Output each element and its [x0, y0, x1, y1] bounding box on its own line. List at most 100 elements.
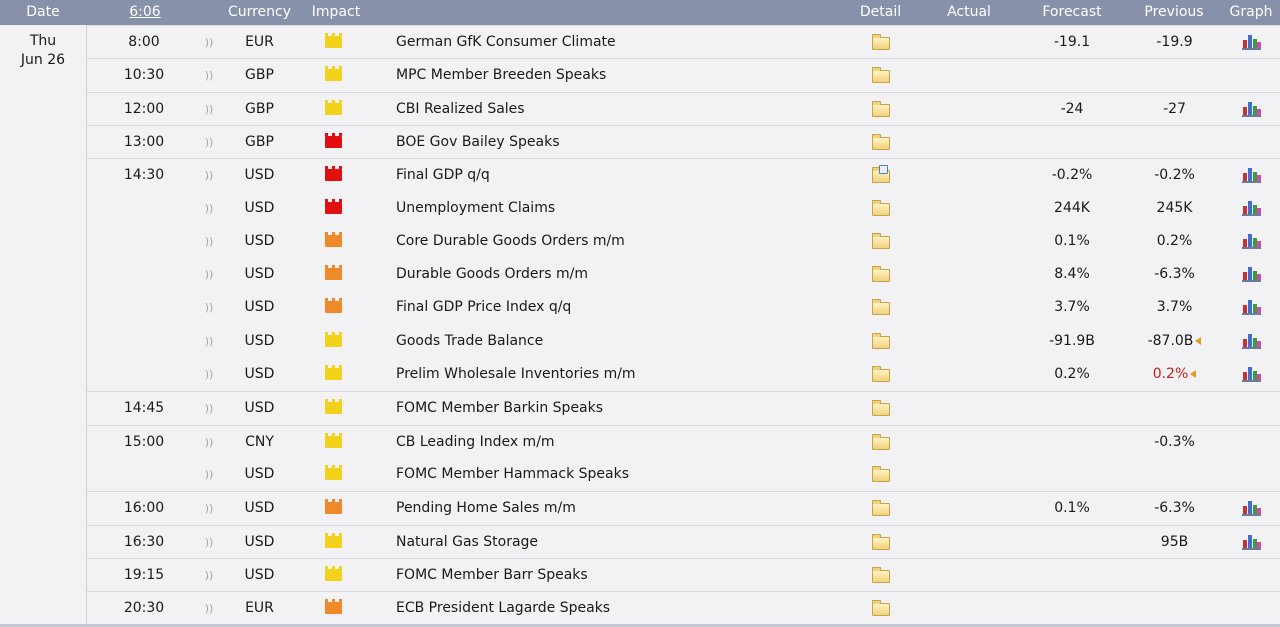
event-title[interactable]: Prelim Wholesale Inventories m/m: [396, 358, 636, 391]
event-row[interactable]: 14:30)) USD Final GDP q/q -0.2% -0.2%: [87, 158, 1280, 192]
event-row[interactable]: 16:00)) USD Pending Home Sales m/m 0.1% -6.3…: [87, 491, 1280, 525]
folder-icon[interactable]: [872, 500, 890, 517]
sound-icon[interactable]: )): [201, 258, 217, 291]
sound-icon[interactable]: )): [201, 159, 217, 192]
bar-chart-icon[interactable]: [1242, 200, 1261, 216]
bar-chart-icon[interactable]: [1242, 500, 1261, 517]
event-row[interactable]: )) USD Unemployment Claims 244K 245K: [87, 192, 1280, 225]
sound-icon[interactable]: )): [201, 291, 217, 324]
event-time: [87, 291, 201, 324]
folder-icon[interactable]: [872, 332, 890, 349]
impact-low-icon: [325, 66, 342, 82]
event-row[interactable]: )) USD Prelim Wholesale Inventories m/m 0.2…: [87, 358, 1280, 391]
sound-icon[interactable]: )): [201, 492, 217, 525]
folder-icon[interactable]: [872, 299, 890, 316]
event-time: 14:45: [123, 400, 165, 417]
folder-icon[interactable]: [872, 533, 890, 550]
sound-icon[interactable]: )): [201, 458, 217, 491]
folder-icon[interactable]: [872, 199, 890, 216]
folder-icon[interactable]: [872, 400, 890, 417]
event-row[interactable]: )) USD Goods Trade Balance -91.9B -87.0B: [87, 325, 1280, 358]
bar-chart-icon[interactable]: [1242, 266, 1261, 283]
folder-icon[interactable]: [872, 232, 890, 249]
revised-indicator-icon[interactable]: [1195, 336, 1202, 345]
impact-cell: [312, 159, 352, 192]
bar-chart-icon[interactable]: [1242, 233, 1261, 249]
event-row[interactable]: 10:30)) GBP MPC Member Breeden Speaks: [87, 58, 1280, 92]
sound-icon[interactable]: )): [201, 93, 217, 126]
folder-icon[interactable]: [872, 67, 890, 84]
event-title[interactable]: CBI Realized Sales: [396, 93, 525, 126]
event-row[interactable]: 16:30)) USD Natural Gas Storage 95B: [87, 524, 1280, 559]
event-currency: EUR: [245, 34, 274, 50]
event-row[interactable]: 19:15)) USD FOMC Member Barr Speaks: [87, 557, 1280, 592]
folder-icon[interactable]: [872, 266, 890, 283]
detail-cell: [860, 26, 900, 59]
folder-icon[interactable]: [872, 433, 890, 450]
bar-chart-icon[interactable]: [1242, 534, 1261, 550]
sound-icon[interactable]: )): [201, 592, 217, 625]
folder-icon[interactable]: [872, 600, 890, 617]
event-title[interactable]: Unemployment Claims: [396, 192, 555, 225]
event-title[interactable]: MPC Member Breeden Speaks: [396, 59, 606, 92]
event-previous: -6.3%: [1127, 258, 1222, 291]
event-row[interactable]: )) USD Final GDP Price Index q/q 3.7% 3.7%: [87, 291, 1280, 324]
event-row[interactable]: 15:00)) CNY CB Leading Index m/m -0.3%: [87, 424, 1280, 459]
folder-icon[interactable]: [872, 34, 890, 50]
graph-cell: [1232, 426, 1272, 459]
event-title[interactable]: FOMC Member Barkin Speaks: [396, 392, 603, 425]
impact-cell: [312, 458, 352, 491]
event-row[interactable]: 13:00)) GBP BOE Gov Bailey Speaks: [87, 124, 1280, 159]
sound-icon[interactable]: )): [201, 225, 217, 258]
folder-icon[interactable]: [872, 100, 890, 117]
folder-icon[interactable]: [872, 366, 890, 382]
event-title[interactable]: FOMC Member Barr Speaks: [396, 559, 588, 592]
sound-icon[interactable]: )): [201, 59, 217, 92]
event-title[interactable]: German GfK Consumer Climate: [396, 26, 616, 59]
folder-icon[interactable]: [872, 165, 890, 184]
event-title[interactable]: Natural Gas Storage: [396, 526, 538, 559]
event-row[interactable]: )) USD Durable Goods Orders m/m 8.4% -6.3%: [87, 258, 1280, 291]
event-currency: GBP: [245, 100, 274, 117]
sound-icon[interactable]: )): [201, 426, 217, 459]
event-row[interactable]: )) USD FOMC Member Hammack Speaks: [87, 458, 1280, 491]
sound-icon[interactable]: )): [201, 26, 217, 59]
sound-icon[interactable]: )): [201, 325, 217, 358]
impact-medium-icon: [325, 599, 342, 615]
event-row[interactable]: 8:00)) EUR German GfK Consumer Climate -19.…: [87, 25, 1280, 59]
bar-chart-icon[interactable]: [1242, 299, 1261, 316]
revised-indicator-icon[interactable]: [1190, 370, 1197, 378]
event-title[interactable]: Durable Goods Orders m/m: [396, 258, 588, 291]
header-detail: Detail: [859, 4, 902, 20]
event-title[interactable]: BOE Gov Bailey Speaks: [396, 126, 560, 159]
graph-cell: [1232, 192, 1272, 225]
sound-icon[interactable]: )): [201, 358, 217, 391]
event-title[interactable]: Final GDP Price Index q/q: [396, 291, 571, 324]
event-title[interactable]: FOMC Member Hammack Speaks: [396, 458, 629, 491]
bar-chart-icon[interactable]: [1242, 34, 1261, 50]
sound-icon[interactable]: )): [201, 126, 217, 159]
event-title[interactable]: ECB President Lagarde Speaks: [396, 592, 610, 625]
event-title[interactable]: CB Leading Index m/m: [396, 426, 555, 459]
event-title[interactable]: Pending Home Sales m/m: [396, 492, 576, 525]
sound-icon[interactable]: )): [201, 526, 217, 559]
event-title[interactable]: Goods Trade Balance: [396, 325, 543, 358]
event-title[interactable]: Final GDP q/q: [396, 159, 490, 192]
bar-chart-icon[interactable]: [1242, 101, 1261, 117]
folder-icon[interactable]: [872, 133, 890, 150]
bar-chart-icon[interactable]: [1242, 167, 1261, 184]
folder-icon[interactable]: [872, 566, 890, 583]
bar-chart-icon[interactable]: [1242, 366, 1261, 382]
sound-icon[interactable]: )): [201, 192, 217, 225]
sound-icon[interactable]: )): [201, 559, 217, 592]
event-row[interactable]: 14:45)) USD FOMC Member Barkin Speaks: [87, 391, 1280, 425]
event-title[interactable]: Core Durable Goods Orders m/m: [396, 225, 625, 258]
header-current-time[interactable]: 6:06: [110, 4, 180, 20]
sound-icon[interactable]: )): [201, 392, 217, 425]
impact-cell: [312, 93, 352, 126]
event-row[interactable]: 20:30)) EUR ECB President Lagarde Speaks: [87, 591, 1280, 625]
event-row[interactable]: 12:00)) GBP CBI Realized Sales -24 -27: [87, 91, 1280, 126]
bar-chart-icon[interactable]: [1242, 333, 1261, 349]
event-row[interactable]: )) USD Core Durable Goods Orders m/m 0.1% 0.…: [87, 225, 1280, 258]
folder-icon[interactable]: [872, 465, 890, 482]
